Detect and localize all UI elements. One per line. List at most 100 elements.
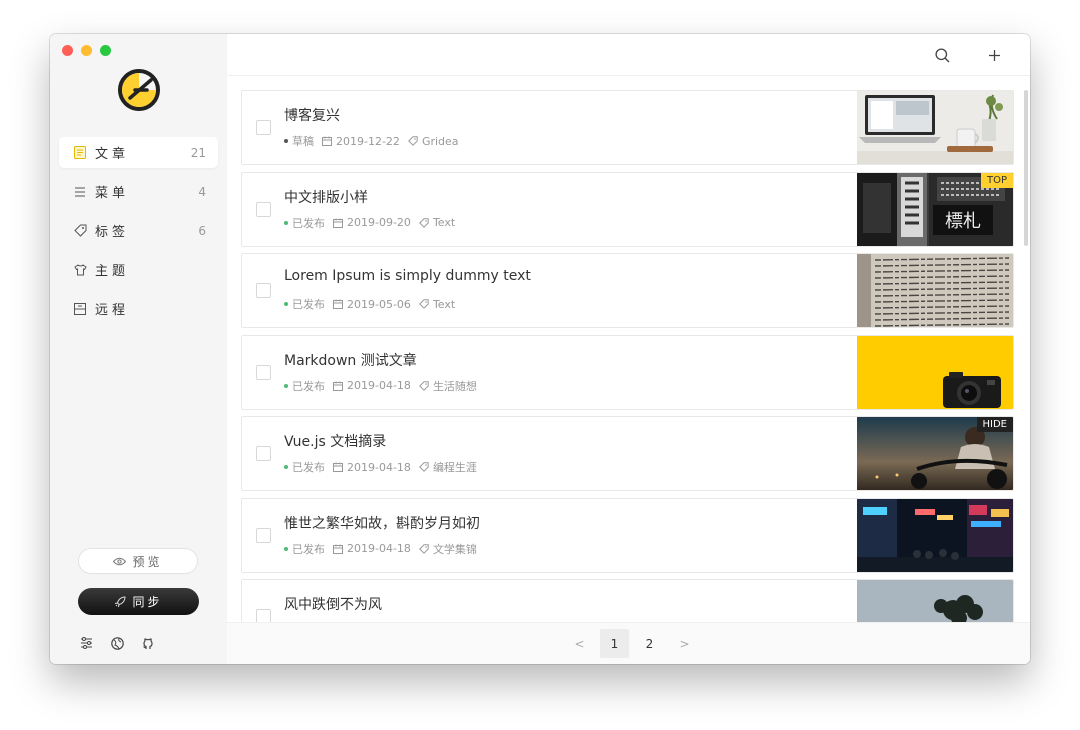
theme-shirt-icon — [73, 263, 87, 277]
tag-icon — [419, 543, 429, 554]
calendar-icon — [333, 544, 343, 554]
sync-button[interactable]: 同步 — [78, 588, 199, 615]
post-title[interactable]: 博客复兴 — [284, 105, 340, 125]
scrollbar[interactable] — [1024, 90, 1028, 246]
status-dot — [284, 302, 288, 306]
post-thumbnail — [857, 335, 1013, 409]
post-checkbox[interactable] — [256, 446, 271, 461]
post-tag: Text — [432, 297, 456, 311]
calendar-icon — [322, 136, 332, 146]
post-title[interactable]: 风中跌倒不为风 — [284, 594, 382, 614]
globe-icon[interactable] — [110, 636, 124, 650]
sidebar-item-remote[interactable]: 远程 — [59, 293, 218, 324]
eye-icon — [113, 557, 127, 566]
sidebar-item-tags[interactable]: 标签 6 — [59, 215, 218, 246]
post-meta: 已发布 2019-04-18 编程生涯 — [284, 459, 477, 475]
plus-icon[interactable] — [986, 47, 1002, 63]
page-button-1[interactable]: 1 — [600, 629, 629, 658]
prev-page-button[interactable]: < — [565, 629, 594, 658]
tag-icon — [73, 224, 87, 238]
next-page-button[interactable]: > — [670, 629, 699, 658]
traffic-lights — [62, 45, 111, 56]
github-icon[interactable] — [141, 636, 155, 650]
post-card[interactable]: 风中跌倒不为风 — [241, 579, 1014, 622]
post-date: 2019-12-22 — [336, 134, 400, 148]
calendar-icon — [333, 218, 343, 228]
tag-icon — [419, 299, 429, 309]
minimize-button[interactable] — [81, 45, 92, 56]
post-date: 2019-04-18 — [347, 379, 411, 392]
post-title[interactable]: Vue.js 文档摘录 — [284, 431, 386, 451]
post-tag: 编程生涯 — [432, 461, 477, 474]
menu-icon — [73, 185, 87, 199]
sidebar-item-label: 标签 — [95, 225, 130, 240]
post-checkbox[interactable] — [256, 283, 271, 298]
sync-label: 同步 — [132, 595, 163, 609]
sidebar-item-count: 6 — [198, 223, 206, 238]
close-button[interactable] — [62, 45, 73, 56]
post-card[interactable]: 中文排版小样 已发布 2019-09-20 Text 標札 TOP — [241, 171, 1014, 247]
status-dot — [284, 220, 288, 225]
rocket-icon — [114, 595, 126, 608]
post-card[interactable]: 惟世之繁华如故，斟酌岁月如初 已发布 2019-04-18 文学集锦 — [241, 497, 1014, 573]
main-panel: 博客复兴 草稿 2019-12-22 Gridea 中文排版小样 已发布 2019-09-2… — [227, 34, 1030, 664]
tag-icon — [419, 217, 429, 228]
sidebar: 文章 21 菜单 4 标签 6 主题 远程 预览 同步 — [50, 34, 227, 664]
post-card[interactable]: Lorem Ipsum is simply dummy text 已发布 2019-… — [241, 253, 1014, 328]
post-date: 2019-09-20 — [347, 216, 411, 229]
calendar-icon — [333, 381, 343, 391]
post-card[interactable]: Markdown 测试文章已发布 2019-04-18 生活随想 — [241, 334, 1014, 410]
post-meta: 已发布 2019-05-06 Text — [284, 296, 455, 312]
sidebar-item-count: 4 — [198, 184, 206, 199]
tag-icon — [408, 136, 418, 146]
sidebar-item-theme[interactable]: 主题 — [59, 254, 218, 285]
remote-icon — [73, 302, 87, 316]
sidebar-item-articles[interactable]: 文章 21 — [59, 137, 218, 168]
post-meta: 已发布 2019-09-20 Text — [284, 215, 455, 231]
post-tag: 文学集锦 — [432, 542, 477, 556]
app-window: 文章 21 菜单 4 标签 6 主题 远程 预览 同步 博客复兴 草稿 2019… — [50, 34, 1030, 664]
status-dot — [284, 546, 288, 551]
post-checkbox[interactable] — [256, 120, 271, 135]
preview-label: 预览 — [132, 554, 163, 569]
calendar-icon — [333, 462, 343, 472]
post-meta: 已发布 2019-04-18 生活随想 — [284, 378, 477, 394]
post-title[interactable]: 惟世之繁华如故，斟酌岁月如初 — [284, 513, 480, 533]
preview-button[interactable]: 预览 — [78, 548, 198, 574]
post-status: 已发布 — [292, 298, 325, 311]
post-date: 2019-05-06 — [347, 297, 411, 311]
post-thumbnail — [857, 580, 1013, 622]
sidebar-item-menu[interactable]: 菜单 4 — [59, 176, 218, 207]
settings-sliders-icon[interactable] — [79, 636, 93, 650]
sidebar-item-label: 远程 — [95, 303, 130, 318]
post-status: 草稿 — [292, 135, 314, 148]
post-card[interactable]: 博客复兴 草稿 2019-12-22 Gridea — [241, 90, 1014, 165]
top-toolbar — [227, 34, 1030, 76]
sidebar-item-label: 文章 — [95, 147, 130, 162]
hide-badge: HIDE — [976, 417, 1013, 432]
post-thumbnail — [857, 254, 1013, 327]
post-title[interactable]: Lorem Ipsum is simply dummy text — [284, 268, 531, 284]
post-title[interactable]: Markdown 测试文章 — [284, 350, 417, 370]
post-date: 2019-04-18 — [347, 460, 411, 474]
post-thumbnail — [857, 91, 1013, 164]
post-card[interactable]: Vue.js 文档摘录已发布 2019-04-18 编程生涯 HIDE — [241, 416, 1014, 491]
top-badge: TOP — [980, 172, 1013, 188]
sidebar-item-label: 菜单 — [95, 186, 130, 201]
calendar-icon — [333, 299, 343, 309]
zoom-button[interactable] — [100, 45, 111, 56]
search-icon[interactable] — [934, 47, 950, 63]
page-button-2[interactable]: 2 — [635, 629, 664, 658]
post-meta: 草稿 2019-12-22 Gridea — [284, 133, 459, 149]
status-dot — [284, 383, 288, 388]
svg-text:標札: 標札 — [945, 211, 981, 232]
post-checkbox[interactable] — [256, 201, 271, 217]
post-checkbox[interactable] — [256, 609, 271, 622]
post-tag: Text — [432, 216, 456, 229]
post-checkbox[interactable] — [256, 527, 271, 543]
post-status: 已发布 — [292, 542, 325, 556]
post-checkbox[interactable] — [256, 364, 271, 380]
tag-icon — [419, 380, 429, 391]
post-title[interactable]: 中文排版小样 — [284, 187, 368, 207]
post-status: 已发布 — [292, 461, 325, 474]
